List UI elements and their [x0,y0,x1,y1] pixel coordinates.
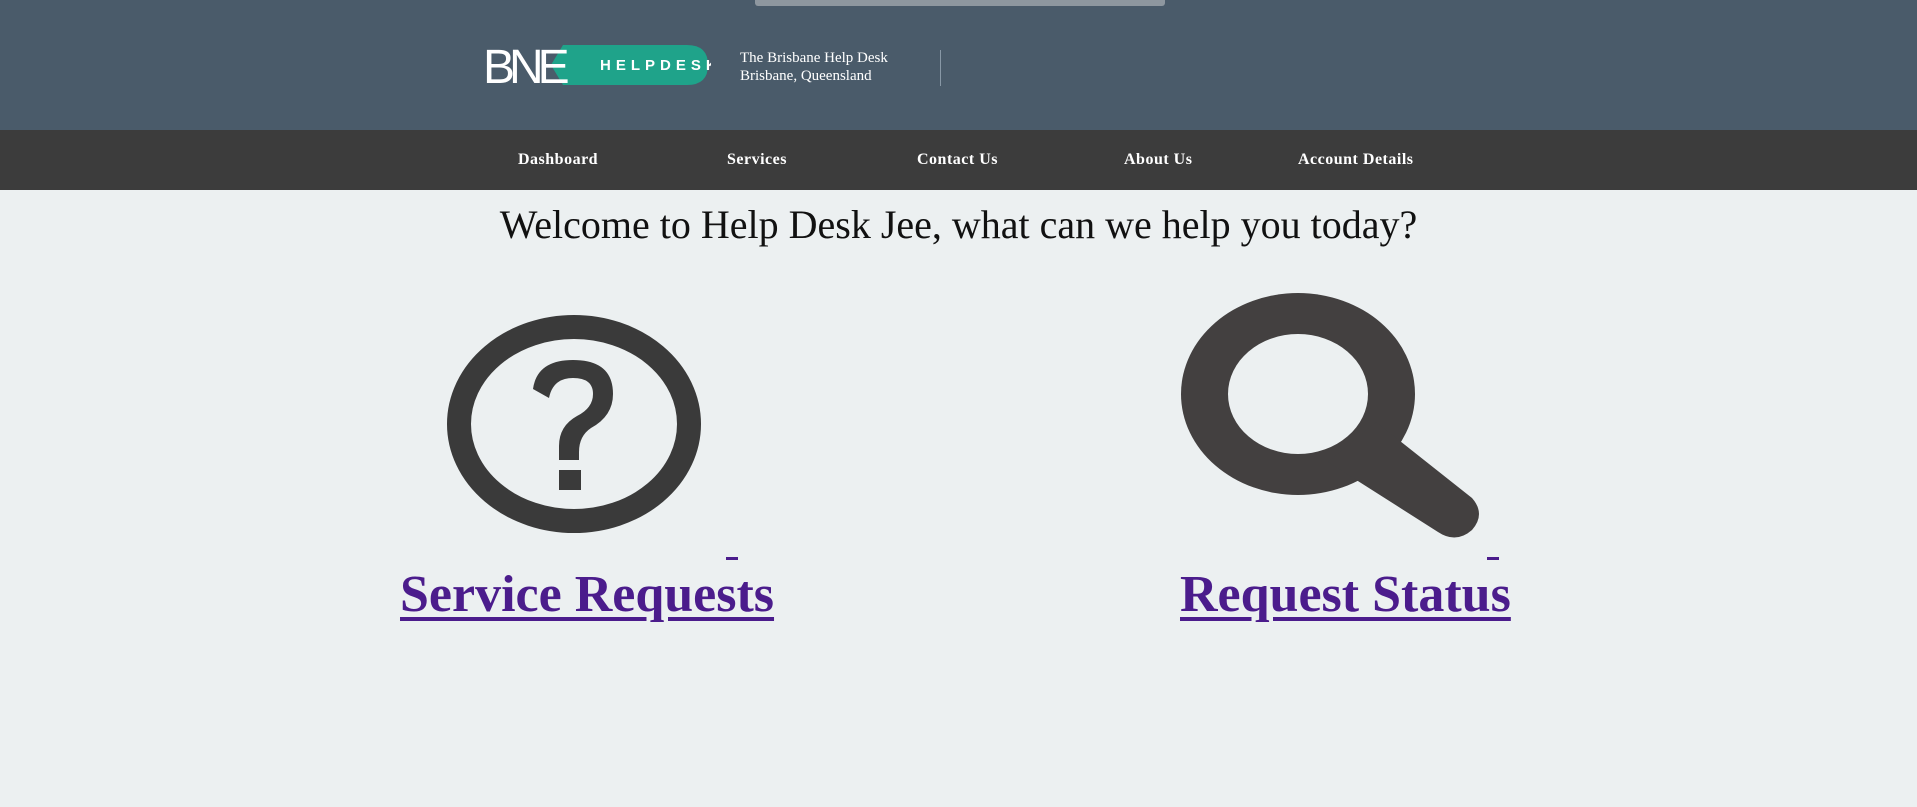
nav-item-dashboard[interactable]: Dashboard [518,130,598,190]
site-location: Brisbane, Queensland [740,68,872,84]
site-header: BNE HELPDESK The Brisbane Help Desk Bris… [0,0,1917,130]
site-info: The Brisbane Help Desk Brisbane, Queensl… [740,49,888,85]
nav-item-account-details[interactable]: Account Details [1298,130,1413,190]
nav-item-contact-us[interactable]: Contact Us [917,130,998,190]
magnifier-icon [1181,293,1479,538]
question-circle-icon [447,315,701,533]
main-nav: Dashboard Services Contact Us About Us A… [0,130,1917,190]
bne-helpdesk-logo[interactable]: BNE HELPDESK [463,40,711,90]
request-status-link-underscore [1487,557,1499,560]
logo-graphic: BNE HELPDESK [483,41,711,90]
request-status-icon-link[interactable] [1180,292,1490,558]
header-divider [940,50,941,86]
service-requests-link[interactable]: Service Requests [400,563,774,627]
nav-item-about-us[interactable]: About Us [1124,130,1192,190]
top-scroll-strip [755,0,1165,6]
logo-wordmark: BNE [483,41,568,90]
nav-item-services[interactable]: Services [727,130,787,190]
logo-badge-text: HELPDESK [600,57,711,74]
site-name: The Brisbane Help Desk [740,50,888,66]
welcome-heading: Welcome to Help Desk Jee, what can we he… [499,202,1418,247]
service-requests-link-underscore [726,557,738,560]
request-status-link[interactable]: Request Status [1180,563,1511,627]
service-requests-icon-link[interactable] [445,312,703,536]
